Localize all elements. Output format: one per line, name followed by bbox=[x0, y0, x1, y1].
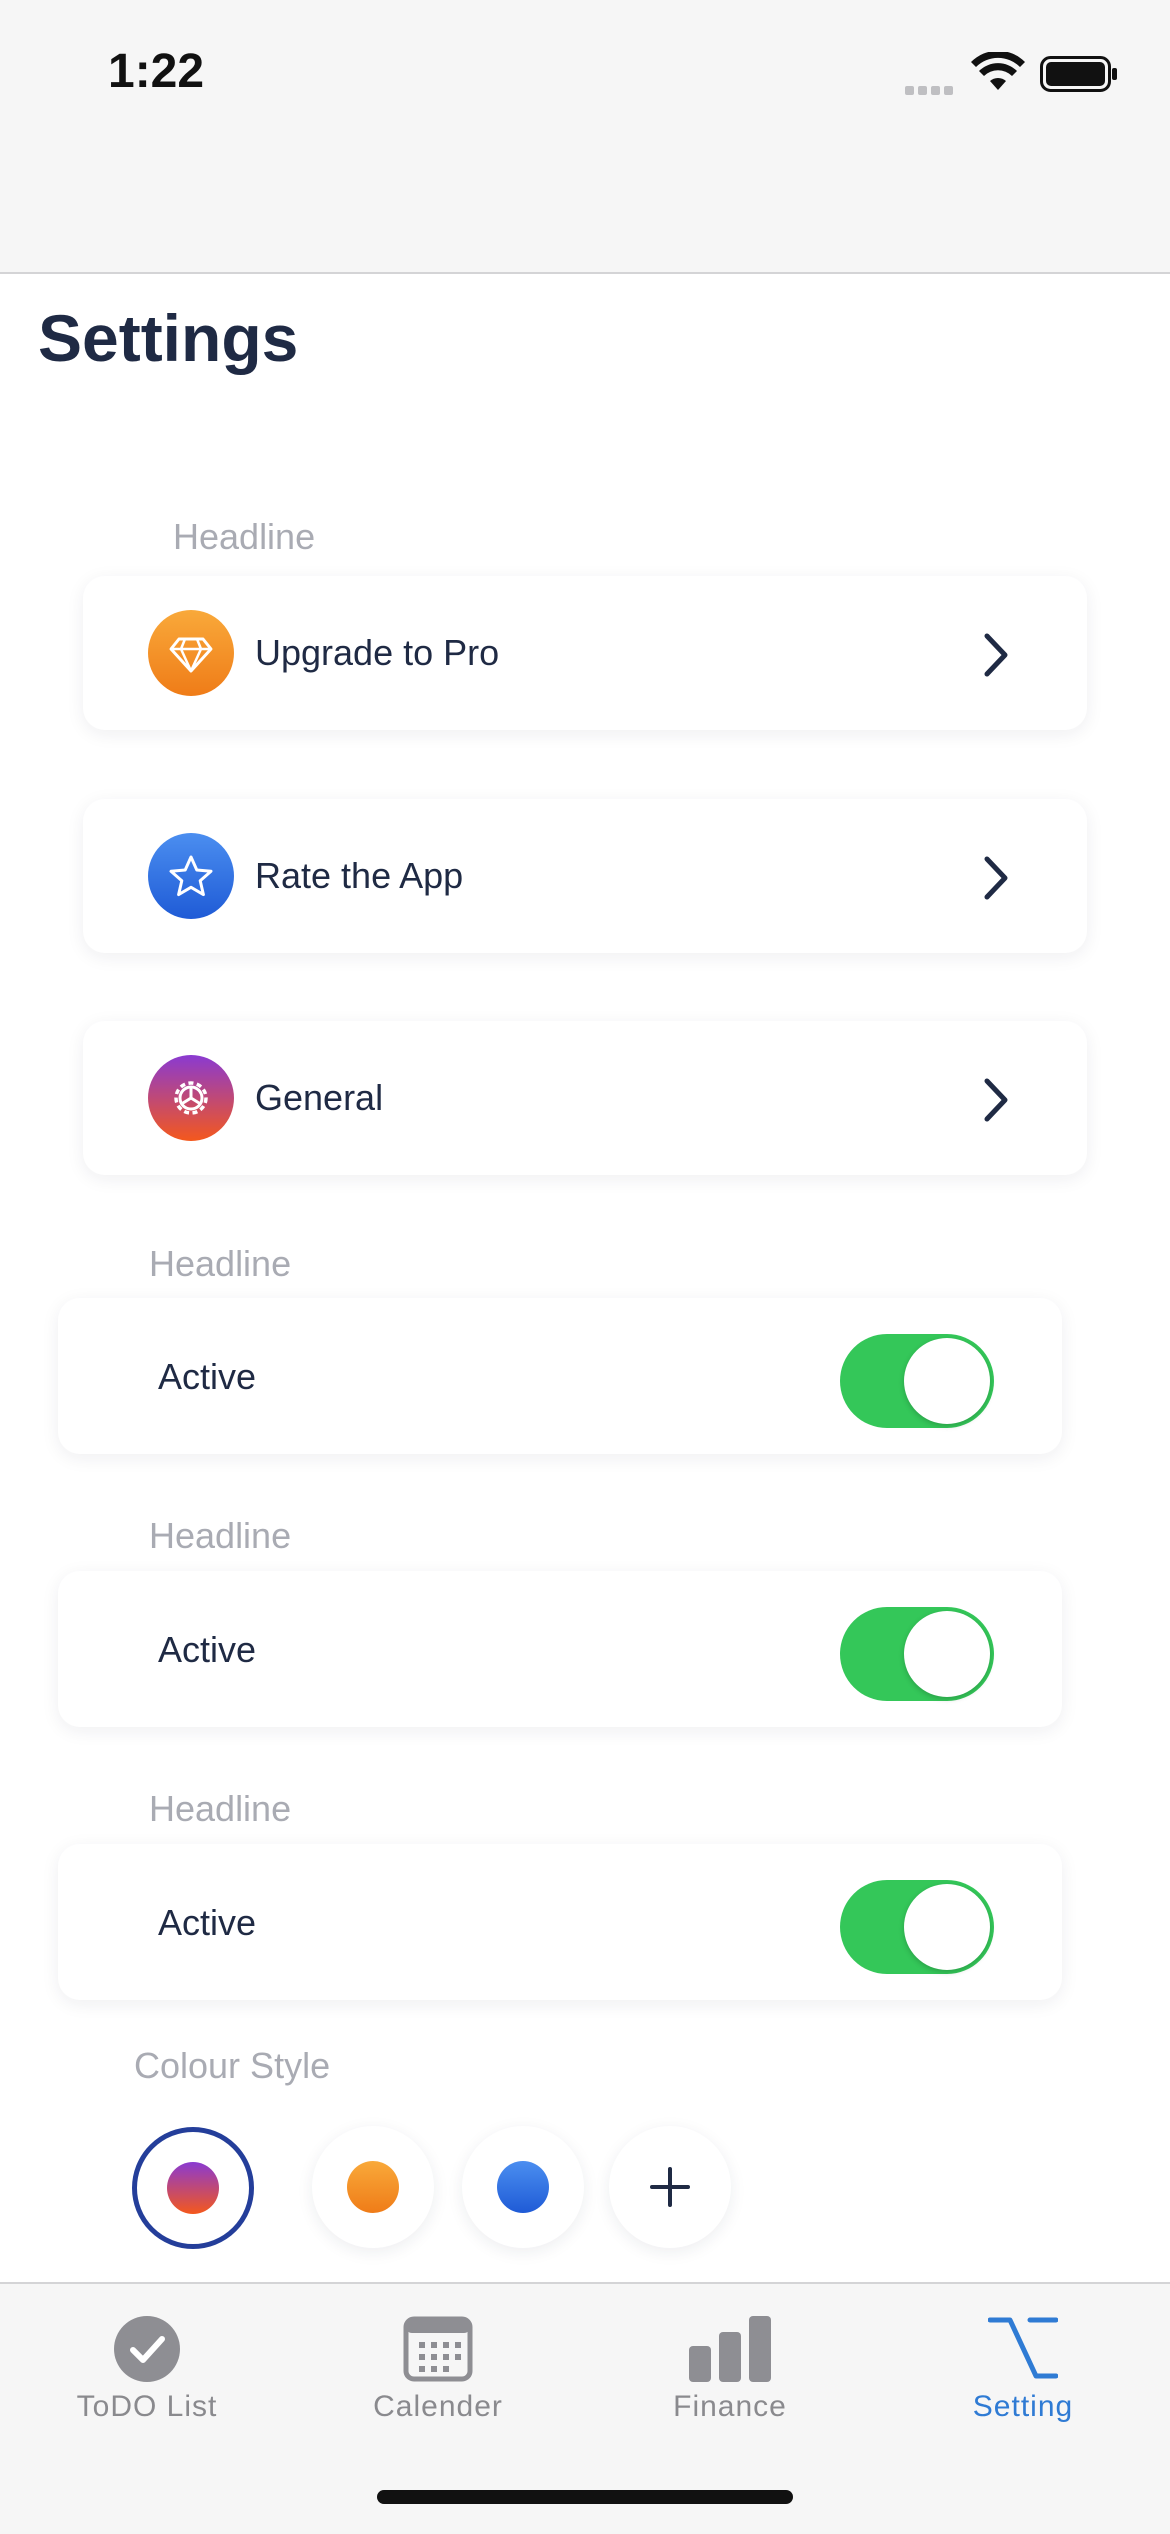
switch-knob bbox=[904, 1611, 990, 1697]
colour-swatch-orange[interactable] bbox=[312, 2126, 434, 2248]
page-title: Settings bbox=[38, 301, 299, 375]
tab-label: ToDO List bbox=[76, 2390, 218, 2423]
toggle-label: Active bbox=[158, 1902, 257, 1943]
status-bar: 1:22 bbox=[0, 0, 1170, 274]
home-indicator[interactable] bbox=[377, 2490, 793, 2504]
chevron-right-icon bbox=[984, 1078, 1008, 1122]
general-row[interactable]: General bbox=[83, 1021, 1087, 1175]
blue-dot bbox=[497, 2161, 549, 2213]
orange-dot bbox=[347, 2161, 399, 2213]
toggle-label: Active bbox=[158, 1356, 257, 1397]
gear-icon bbox=[148, 1055, 234, 1141]
chevron-right-icon bbox=[984, 856, 1008, 900]
active-switch[interactable] bbox=[840, 1880, 994, 1974]
section-headline: Headline bbox=[149, 1515, 292, 1556]
tab-todo-list[interactable]: ToDO List bbox=[17, 2284, 277, 2474]
tab-label: Finance bbox=[673, 2390, 787, 2423]
section-headline: Headline bbox=[149, 1243, 292, 1284]
option-icon bbox=[988, 2317, 1058, 2379]
toggle-label: Active bbox=[158, 1629, 257, 1670]
gradient-dot bbox=[167, 2162, 219, 2214]
plus-icon bbox=[650, 2167, 690, 2207]
toggle-row: Active bbox=[58, 1298, 1062, 1454]
toggle-row: Active bbox=[58, 1844, 1062, 2000]
calendar-icon bbox=[403, 2316, 473, 2382]
wifi-icon bbox=[971, 52, 1025, 90]
colour-swatch-gradient[interactable] bbox=[132, 2127, 254, 2249]
checkmark-icon bbox=[114, 2316, 180, 2382]
star-icon bbox=[148, 833, 234, 919]
active-switch[interactable] bbox=[840, 1334, 994, 1428]
upgrade-to-pro-label: Upgrade to Pro bbox=[255, 632, 500, 673]
tab-setting[interactable]: Setting bbox=[893, 2284, 1153, 2474]
rate-the-app-row[interactable]: Rate the App bbox=[83, 799, 1087, 953]
tab-finance[interactable]: Finance bbox=[600, 2284, 860, 2474]
switch-knob bbox=[904, 1338, 990, 1424]
add-colour-button[interactable] bbox=[609, 2126, 731, 2248]
switch-knob bbox=[904, 1884, 990, 1970]
tab-calender[interactable]: Calender bbox=[308, 2284, 568, 2474]
bar-chart-icon bbox=[689, 2316, 771, 2382]
section-headline: Headline bbox=[173, 516, 316, 557]
battery-icon bbox=[1040, 56, 1117, 92]
colour-swatch-blue[interactable] bbox=[462, 2126, 584, 2248]
cellular-signal-icon bbox=[905, 82, 957, 100]
upgrade-to-pro-row[interactable]: Upgrade to Pro bbox=[83, 576, 1087, 730]
colour-style-label: Colour Style bbox=[134, 2045, 331, 2086]
tab-label: Calender bbox=[373, 2390, 503, 2423]
general-label: General bbox=[255, 1077, 384, 1118]
status-time: 1:22 bbox=[108, 45, 205, 98]
toggle-row: Active bbox=[58, 1571, 1062, 1727]
tab-label: Setting bbox=[972, 2390, 1074, 2423]
rate-the-app-label: Rate the App bbox=[255, 855, 464, 896]
diamond-icon bbox=[148, 610, 234, 696]
chevron-right-icon bbox=[984, 633, 1008, 677]
section-headline: Headline bbox=[149, 1788, 292, 1829]
active-switch[interactable] bbox=[840, 1607, 994, 1701]
